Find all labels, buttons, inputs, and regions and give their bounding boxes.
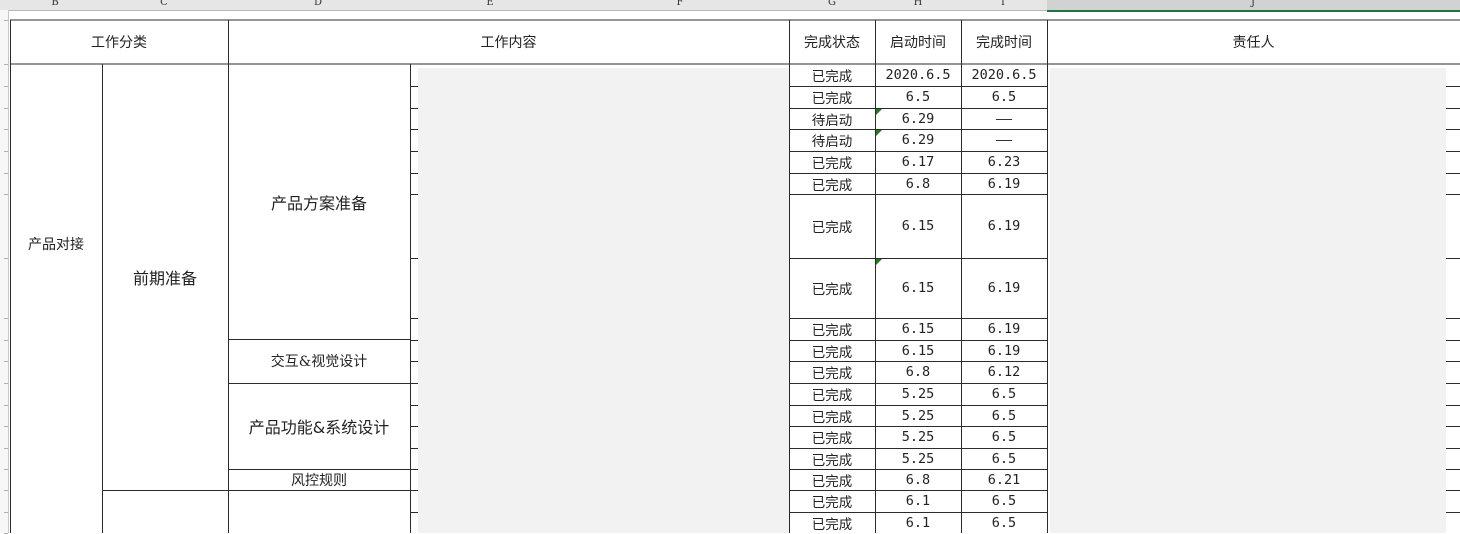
status-cell[interactable]: 已完成 [789, 383, 875, 405]
start-time-cell[interactable]: 6.29 [875, 129, 961, 151]
start-time-cell[interactable]: 6.29 [875, 108, 961, 129]
status-cell[interactable]: 已完成 [789, 86, 875, 108]
start-time-cell[interactable]: 6.5 [875, 86, 961, 108]
finish-time-cell[interactable]: 6.21 [961, 469, 1047, 490]
sub-interaction-visual-cell[interactable]: 交互&视觉设计 [228, 339, 410, 383]
start-time-cell[interactable]: 6.8 [875, 469, 961, 490]
sub-product-plan-cell[interactable]: 产品方案准备 [228, 64, 410, 339]
comment-flag-icon [876, 109, 882, 115]
header-status: 完成状态 [804, 35, 860, 51]
finish-time-cell[interactable]: 6.19 [961, 340, 1047, 361]
header-start-time: 启动时间 [890, 35, 946, 51]
status-cell[interactable]: 待启动 [789, 108, 875, 129]
status-cell[interactable]: 已完成 [789, 258, 875, 318]
finish-time-cell[interactable]: —— [961, 108, 1047, 129]
header-owner: 责任人 [1232, 35, 1275, 51]
start-time-cell[interactable]: 2020.6.5 [875, 64, 961, 86]
finish-time-cell[interactable]: 6.5 [961, 512, 1047, 533]
start-time-cell[interactable]: 6.1 [875, 512, 961, 533]
status-cell[interactable]: 已完成 [789, 194, 875, 258]
header-work-content: 工作内容 [480, 35, 537, 51]
start-time-cell[interactable]: 6.1 [875, 490, 961, 512]
status-cell[interactable]: 已完成 [789, 405, 875, 426]
finish-time-cell[interactable]: 6.5 [961, 405, 1047, 426]
finish-time-cell[interactable]: 6.23 [961, 151, 1047, 173]
finish-time-cell[interactable]: 6.19 [961, 194, 1047, 258]
finish-time-cell[interactable]: —— [961, 129, 1047, 151]
start-time-cell[interactable]: 5.25 [875, 383, 961, 405]
finish-time-cell[interactable]: 6.5 [961, 426, 1047, 448]
status-cell[interactable]: 已完成 [789, 173, 875, 194]
start-time-cell[interactable]: 6.15 [875, 340, 961, 361]
finish-time-cell[interactable]: 6.5 [961, 490, 1047, 512]
finish-time-cell[interactable]: 6.5 [961, 383, 1047, 405]
finish-time-cell[interactable]: 6.5 [961, 448, 1047, 469]
finish-time-cell[interactable]: 6.19 [961, 258, 1047, 318]
start-time-cell[interactable]: 6.17 [875, 151, 961, 173]
start-time-cell[interactable]: 6.15 [875, 194, 961, 258]
status-cell[interactable]: 已完成 [789, 448, 875, 469]
group-level1-cell[interactable]: 产品对接 [10, 64, 102, 533]
start-time-cell[interactable]: 5.25 [875, 426, 961, 448]
status-cell[interactable]: 已完成 [789, 361, 875, 383]
start-time-cell[interactable]: 5.25 [875, 448, 961, 469]
comment-flag-icon [876, 259, 882, 265]
finish-time-cell[interactable]: 6.19 [961, 318, 1047, 340]
status-cell[interactable]: 已完成 [789, 512, 875, 533]
group-level2-cell[interactable]: 前期准备 [102, 64, 228, 490]
status-cell[interactable]: 已完成 [789, 469, 875, 490]
sub-risk-rules-cell[interactable]: 风控规则 [228, 469, 410, 490]
status-cell[interactable]: 已完成 [789, 490, 875, 512]
status-cell[interactable]: 已完成 [789, 64, 875, 86]
start-time-cell[interactable]: 6.8 [875, 361, 961, 383]
header-work-category: 工作分类 [91, 35, 147, 51]
status-cell[interactable]: 已完成 [789, 318, 875, 340]
start-time-cell[interactable]: 6.8 [875, 173, 961, 194]
start-time-cell[interactable]: 6.15 [875, 258, 961, 318]
header-finish-time: 完成时间 [976, 35, 1032, 51]
comment-flag-icon [876, 130, 882, 136]
status-cell[interactable]: 待启动 [789, 129, 875, 151]
finish-time-cell[interactable]: 6.12 [961, 361, 1047, 383]
finish-time-cell[interactable]: 6.5 [961, 86, 1047, 108]
finish-time-cell[interactable]: 6.19 [961, 173, 1047, 194]
start-time-cell[interactable]: 6.15 [875, 318, 961, 340]
start-time-cell[interactable]: 5.25 [875, 405, 961, 426]
status-cell[interactable]: 已完成 [789, 340, 875, 361]
finish-time-cell[interactable]: 2020.6.5 [961, 64, 1047, 86]
status-cell[interactable]: 已完成 [789, 151, 875, 173]
sub-function-system-cell[interactable]: 产品功能&系统设计 [228, 383, 410, 469]
status-cell[interactable]: 已完成 [789, 426, 875, 448]
